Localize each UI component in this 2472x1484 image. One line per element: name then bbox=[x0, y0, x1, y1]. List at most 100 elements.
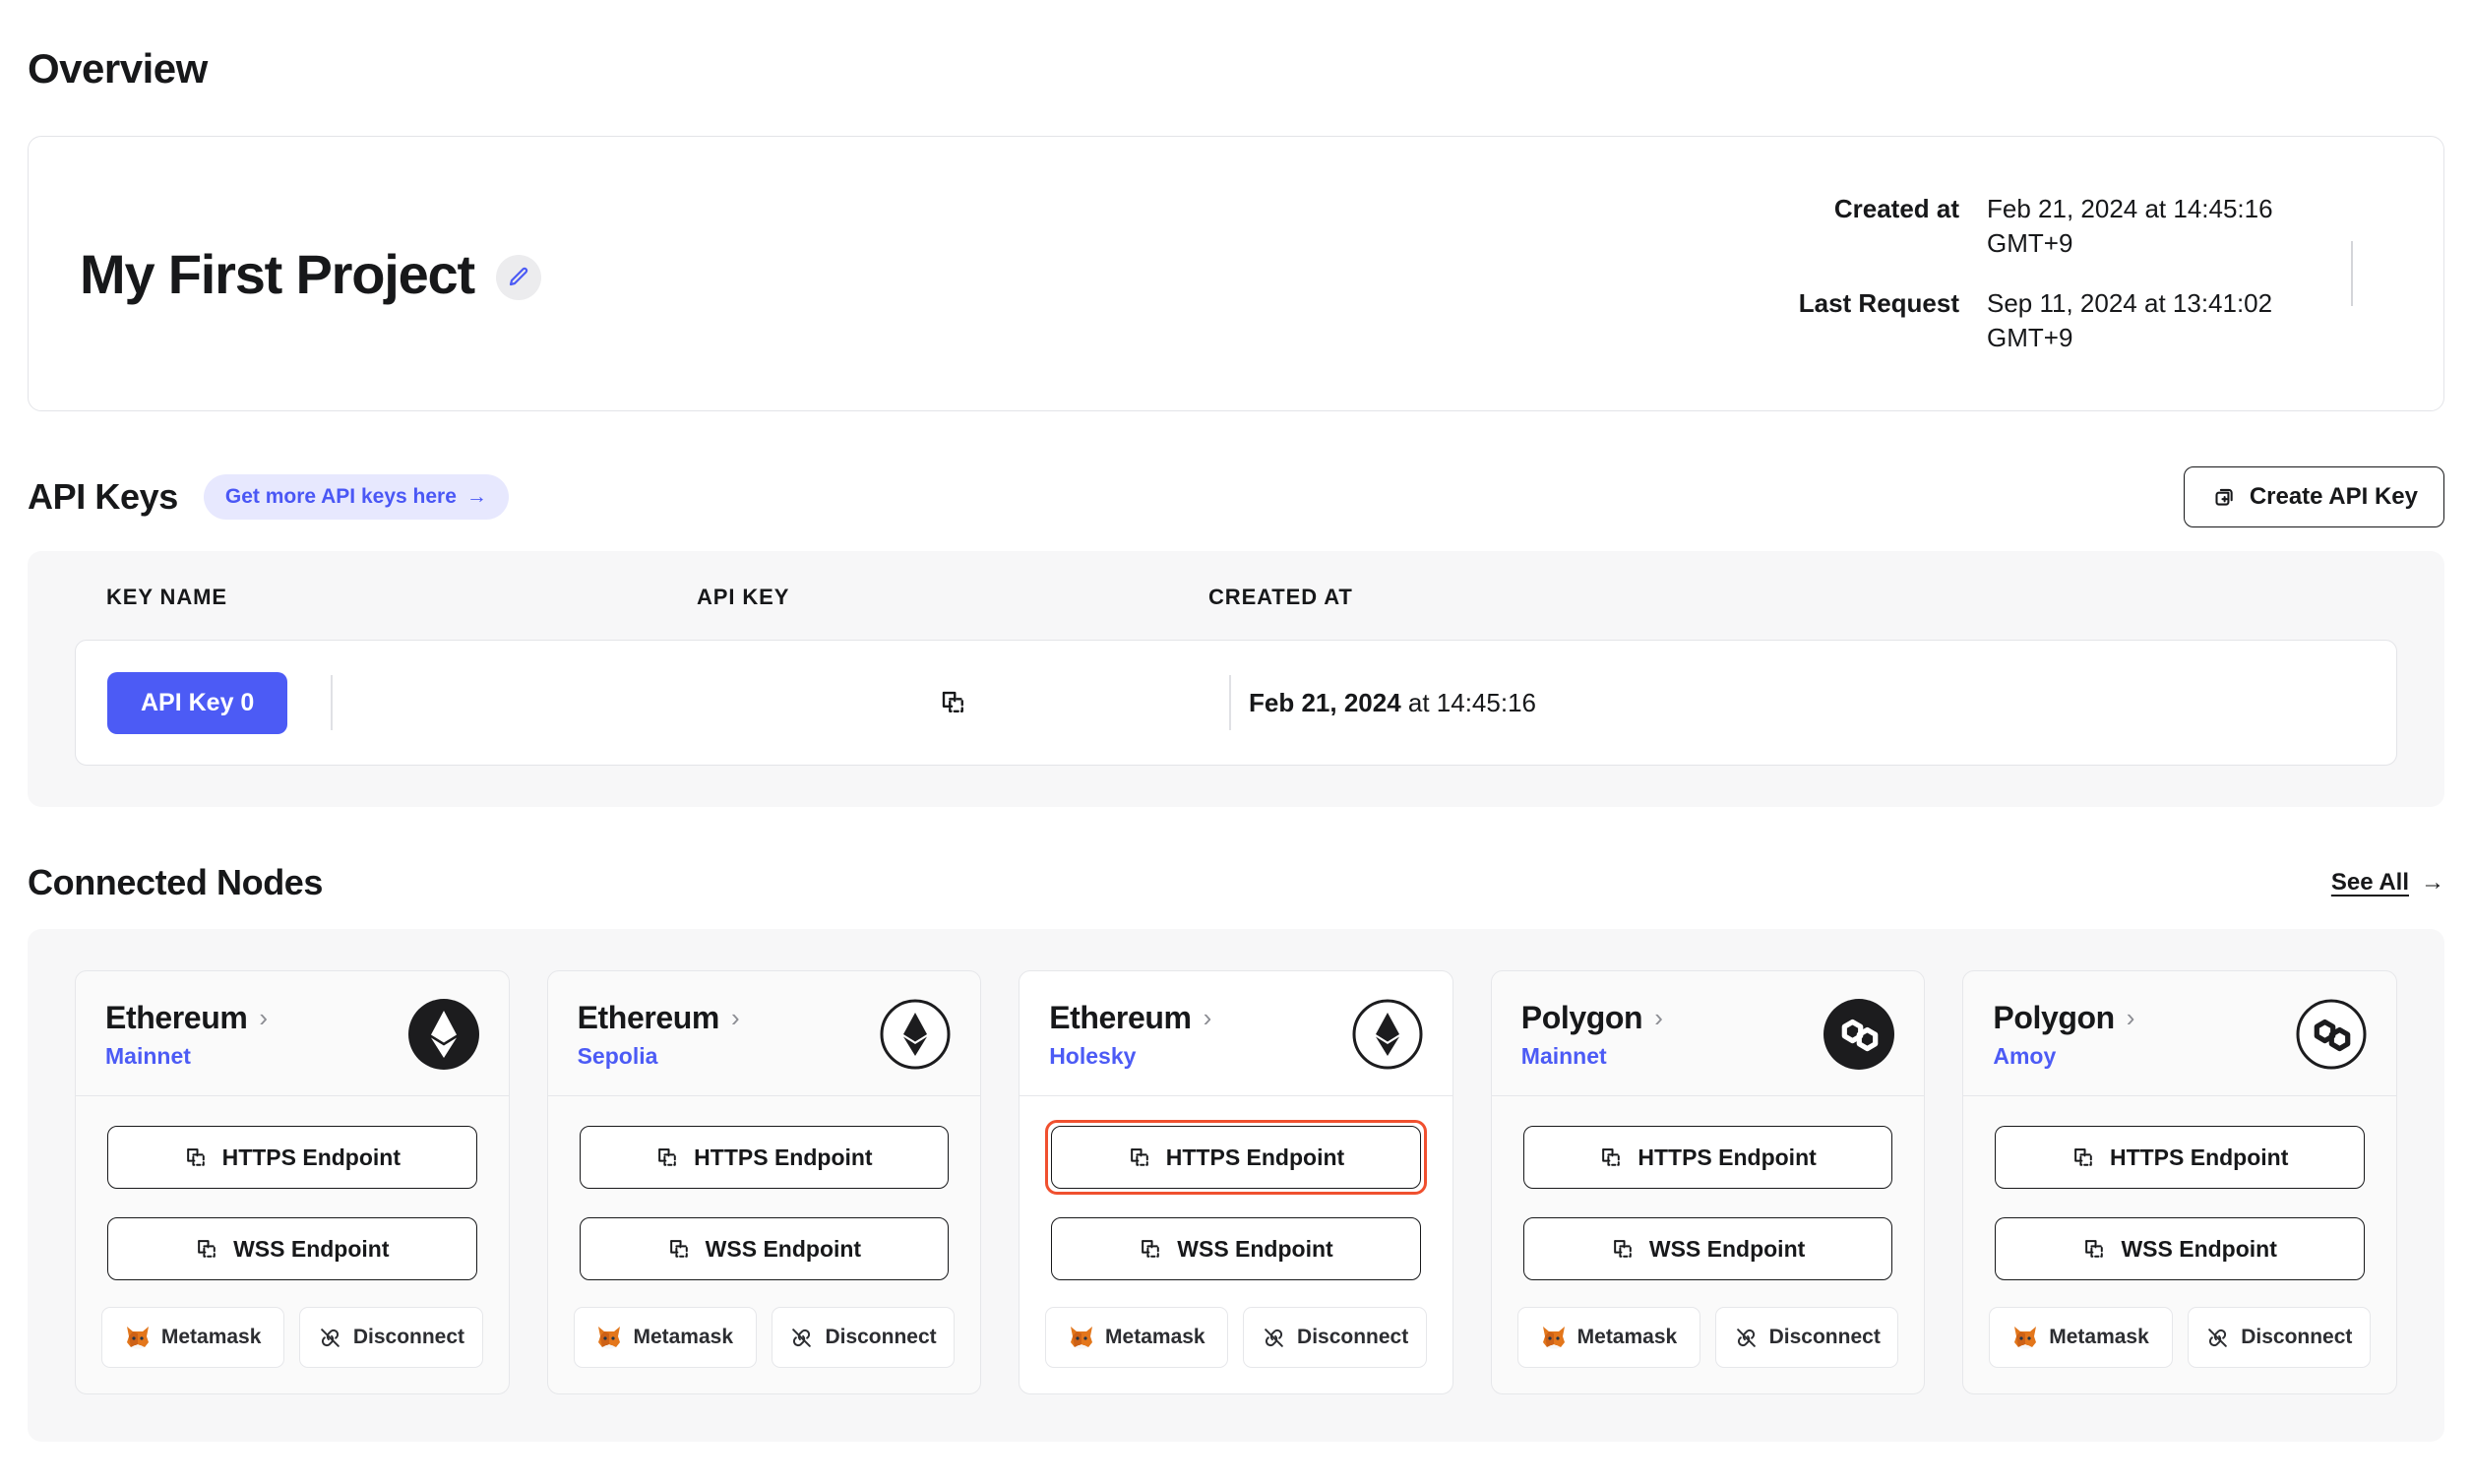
https-endpoint-button[interactable]: HTTPS Endpoint bbox=[579, 1126, 950, 1189]
https-endpoint-label: HTTPS Endpoint bbox=[221, 1144, 401, 1170]
node-chain-label: Ethereum bbox=[105, 999, 248, 1035]
copy-icon bbox=[667, 1237, 692, 1262]
node-chain-label: Ethereum bbox=[1049, 999, 1192, 1035]
wss-endpoint-button[interactable]: WSS Endpoint bbox=[1051, 1217, 1421, 1280]
node-card-body: HTTPS Endpoint WSS Endpoint Metamask Discon… bbox=[1020, 1096, 1452, 1393]
wss-endpoint-wrapper: WSS Endpoint bbox=[1045, 1211, 1427, 1286]
wss-endpoint-button[interactable]: WSS Endpoint bbox=[1995, 1217, 2365, 1280]
disconnect-button[interactable]: Disconnect bbox=[1715, 1307, 1899, 1368]
node-chain-link[interactable]: Polygon › bbox=[1521, 1000, 1663, 1036]
node-card-body: HTTPS Endpoint WSS Endpoint Metamask Discon… bbox=[1492, 1096, 1925, 1393]
wss-endpoint-label: WSS Endpoint bbox=[2121, 1235, 2277, 1262]
node-card: Ethereum › Sepolia HTTPS Endpoint WSS Endpoi… bbox=[546, 970, 982, 1394]
wss-endpoint-label: WSS Endpoint bbox=[705, 1235, 862, 1262]
https-endpoint-button[interactable]: HTTPS Endpoint bbox=[1522, 1126, 1893, 1189]
metamask-button[interactable]: Metamask bbox=[573, 1307, 757, 1368]
wss-endpoint-wrapper: WSS Endpoint bbox=[1989, 1211, 2371, 1286]
connected-nodes-title: Connected Nodes bbox=[28, 862, 324, 902]
broken-link-icon bbox=[789, 1326, 814, 1350]
metamask-label: Metamask bbox=[633, 1326, 734, 1348]
edit-project-name-button[interactable] bbox=[495, 255, 541, 300]
metamask-button[interactable]: Metamask bbox=[101, 1307, 285, 1368]
disconnect-label: Disconnect bbox=[2241, 1326, 2353, 1348]
node-identity: Polygon › Mainnet bbox=[1521, 1000, 1663, 1070]
last-request-value: Sep 11, 2024 at 13:41:02 GMT+9 bbox=[1987, 288, 2273, 353]
disconnect-button[interactable]: Disconnect bbox=[771, 1307, 956, 1368]
broken-link-icon bbox=[2205, 1326, 2230, 1350]
last-request-label: Last Request bbox=[1798, 288, 1959, 318]
polygon-logo bbox=[2296, 999, 2367, 1070]
wss-endpoint-button[interactable]: WSS Endpoint bbox=[579, 1217, 950, 1280]
overview-page: Overview My First Project Created at Feb… bbox=[0, 0, 2472, 1442]
ethereum-logo bbox=[1352, 999, 1423, 1070]
node-chain-link[interactable]: Polygon › bbox=[1993, 1000, 2134, 1036]
node-chain-label: Polygon bbox=[1993, 999, 2115, 1035]
project-metadata: Created at Feb 21, 2024 at 14:45:16 GMT+… bbox=[1799, 192, 2292, 355]
wss-endpoint-label: WSS Endpoint bbox=[1177, 1235, 1333, 1262]
meta-divider bbox=[2351, 241, 2353, 306]
wss-endpoint-button[interactable]: WSS Endpoint bbox=[107, 1217, 477, 1280]
get-more-api-keys-link[interactable]: Get more API keys here → bbox=[203, 474, 509, 520]
https-endpoint-button[interactable]: HTTPS Endpoint bbox=[1995, 1126, 2365, 1189]
node-network-label: Holesky bbox=[1049, 1042, 1137, 1069]
copy-icon bbox=[195, 1237, 219, 1262]
copy-icon[interactable] bbox=[939, 688, 968, 717]
node-actions-row: Metamask Disconnect bbox=[573, 1307, 956, 1368]
api-key-cell bbox=[698, 675, 1231, 730]
created-at-value: Feb 21, 2024 at 14:45:16 GMT+9 bbox=[1987, 193, 2273, 258]
ethereum-logo bbox=[407, 999, 479, 1070]
https-endpoint-button[interactable]: HTTPS Endpoint bbox=[107, 1126, 477, 1189]
node-actions-row: Metamask Disconnect bbox=[1045, 1307, 1427, 1368]
node-card-body: HTTPS Endpoint WSS Endpoint Metamask Discon… bbox=[548, 1096, 981, 1393]
disconnect-button[interactable]: Disconnect bbox=[299, 1307, 483, 1368]
https-endpoint-wrapper: HTTPS Endpoint bbox=[1517, 1120, 1899, 1195]
see-all-label: See All bbox=[2330, 869, 2409, 896]
disconnect-label: Disconnect bbox=[825, 1326, 937, 1348]
project-identity: My First Project bbox=[80, 242, 541, 306]
get-more-api-keys-label: Get more API keys here bbox=[224, 485, 457, 508]
chevron-right-icon: › bbox=[2126, 1003, 2135, 1032]
node-actions-row: Metamask Disconnect bbox=[101, 1307, 483, 1368]
created-at-time: at 14:45:16 bbox=[1400, 687, 1536, 717]
node-chain-label: Ethereum bbox=[577, 999, 720, 1035]
wss-endpoint-button[interactable]: WSS Endpoint bbox=[1522, 1217, 1893, 1280]
disconnect-label: Disconnect bbox=[352, 1326, 465, 1348]
disconnect-button[interactable]: Disconnect bbox=[1243, 1307, 1427, 1368]
https-endpoint-label: HTTPS Endpoint bbox=[694, 1144, 873, 1170]
https-endpoint-label: HTTPS Endpoint bbox=[2109, 1144, 2289, 1170]
node-identity: Polygon › Amoy bbox=[1993, 1000, 2134, 1070]
wss-endpoint-wrapper: WSS Endpoint bbox=[101, 1211, 483, 1286]
copy-icon bbox=[1128, 1145, 1152, 1170]
node-card-header: Ethereum › Holesky bbox=[1020, 971, 1452, 1096]
https-endpoint-wrapper: HTTPS Endpoint bbox=[101, 1120, 483, 1195]
metamask-button[interactable]: Metamask bbox=[1045, 1307, 1229, 1368]
node-chain-link[interactable]: Ethereum › bbox=[1049, 1000, 1211, 1036]
arrow-right-icon: → bbox=[2421, 869, 2444, 896]
chevron-right-icon: › bbox=[259, 1003, 268, 1032]
copy-icon bbox=[1139, 1237, 1163, 1262]
node-chain-link[interactable]: Ethereum › bbox=[578, 1000, 740, 1036]
created-at-date: Feb 21, 2024 bbox=[1249, 687, 1401, 717]
row-divider bbox=[331, 675, 334, 730]
project-summary-card: My First Project Created at Feb 21, 2024… bbox=[28, 136, 2444, 411]
disconnect-button[interactable]: Disconnect bbox=[2187, 1307, 2371, 1368]
see-all-link[interactable]: See All → bbox=[2331, 869, 2444, 897]
metamask-button[interactable]: Metamask bbox=[1516, 1307, 1701, 1368]
https-endpoint-label: HTTPS Endpoint bbox=[1638, 1144, 1817, 1170]
broken-link-icon bbox=[1262, 1326, 1286, 1350]
project-name: My First Project bbox=[80, 242, 475, 305]
create-api-key-button[interactable]: Create API Key bbox=[2183, 466, 2444, 527]
node-card-header: Ethereum › Sepolia bbox=[547, 971, 981, 1096]
node-card: Ethereum › Holesky HTTPS Endpoint WSS Endpoi… bbox=[1019, 970, 1453, 1394]
api-key-name-button[interactable]: API Key 0 bbox=[107, 671, 288, 734]
create-api-key-label: Create API Key bbox=[2249, 483, 2418, 510]
node-card-header: Polygon › Mainnet bbox=[1491, 971, 1925, 1096]
https-endpoint-button[interactable]: HTTPS Endpoint bbox=[1051, 1126, 1421, 1189]
copy-icon bbox=[184, 1145, 209, 1170]
node-identity: Ethereum › Sepolia bbox=[578, 1000, 740, 1070]
copy-plus-icon bbox=[2210, 484, 2236, 510]
node-chain-link[interactable]: Ethereum › bbox=[105, 1000, 268, 1036]
node-network-label: Sepolia bbox=[577, 1042, 658, 1069]
created-at-cell: Feb 21, 2024 at 14:45:16 bbox=[1209, 688, 2396, 718]
metamask-button[interactable]: Metamask bbox=[1989, 1307, 2173, 1368]
